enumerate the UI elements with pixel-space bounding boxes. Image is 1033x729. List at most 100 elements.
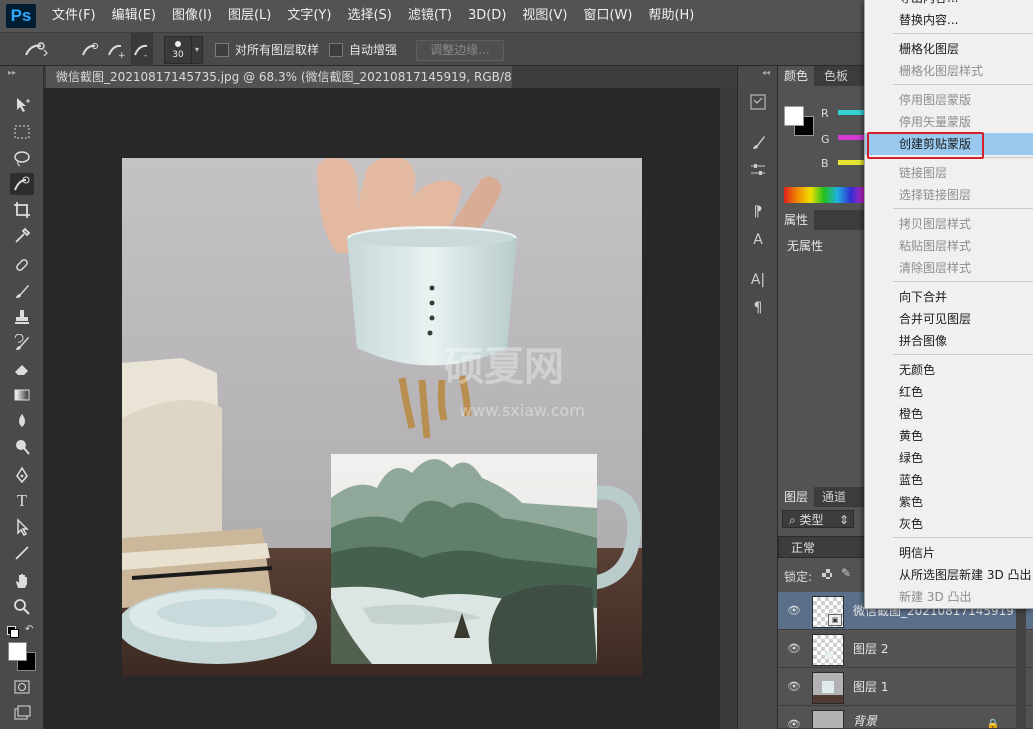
- swap-colors-icon[interactable]: ↶: [25, 624, 33, 635]
- menu-file[interactable]: 文件(F): [44, 0, 104, 32]
- tab-swatches[interactable]: 色板: [818, 66, 854, 86]
- menu-item-rasterize-layer-style[interactable]: 栅格化图层样式: [865, 60, 1033, 82]
- zoom-tool-icon[interactable]: [10, 596, 34, 618]
- tab-layers[interactable]: 图层: [778, 487, 815, 507]
- collapse-arrows-icon[interactable]: ▸▸: [8, 68, 16, 77]
- clone-stamp-tool-icon[interactable]: [10, 306, 34, 328]
- character-panel-icon[interactable]: A|: [747, 270, 769, 290]
- blend-mode-select[interactable]: 正常: [778, 536, 868, 558]
- path-selection-tool-icon[interactable]: [10, 516, 34, 538]
- quick-mask-icon[interactable]: [10, 676, 34, 698]
- menu-view[interactable]: 视图(V): [514, 0, 575, 32]
- color-swatches[interactable]: [8, 642, 38, 672]
- foreground-color-swatch[interactable]: [8, 642, 27, 661]
- sample-all-layers-checkbox[interactable]: 对所有图层取样: [215, 33, 319, 66]
- eyedropper-tool-icon[interactable]: [10, 225, 34, 247]
- menu-item-color-violet[interactable]: 紫色: [865, 491, 1033, 513]
- menu-item-color-yellow[interactable]: 黄色: [865, 425, 1033, 447]
- menu-window[interactable]: 窗口(W): [575, 0, 640, 32]
- menu-type[interactable]: 文字(Y): [279, 0, 339, 32]
- tab-color[interactable]: 颜色: [778, 66, 815, 86]
- lock-image-pixels-icon[interactable]: ✎: [841, 566, 851, 580]
- healing-brush-tool-icon[interactable]: [10, 254, 34, 276]
- tool-preset-picker[interactable]: [22, 33, 50, 66]
- menu-item-color-none[interactable]: 无颜色: [865, 359, 1033, 381]
- default-colors-icon[interactable]: ↶: [7, 624, 37, 638]
- layer-row[interactable]: 👁 图层 1: [778, 668, 1033, 706]
- canvas-vertical-scrollbar[interactable]: [720, 88, 737, 729]
- menu-item-replace-contents[interactable]: 替换内容...: [865, 9, 1033, 31]
- menu-item-new-3d-extrusion-from-layer[interactable]: 从所选图层新建 3D 凸出: [865, 564, 1033, 586]
- menu-item-copy-layer-style[interactable]: 拷贝图层样式: [865, 213, 1033, 235]
- screen-mode-icon[interactable]: [10, 702, 34, 724]
- pen-tool-icon[interactable]: [10, 464, 34, 486]
- eye-icon[interactable]: 👁: [787, 680, 801, 694]
- blur-tool-icon[interactable]: [10, 410, 34, 432]
- add-to-selection-icon[interactable]: +: [106, 33, 126, 66]
- menu-item-color-red[interactable]: 红色: [865, 381, 1033, 403]
- menu-item-color-gray[interactable]: 灰色: [865, 513, 1033, 535]
- menu-select[interactable]: 选择(S): [339, 0, 399, 32]
- menu-item-clear-layer-style[interactable]: 清除图层样式: [865, 257, 1033, 279]
- refine-edge-button[interactable]: 调整边缘...: [416, 40, 504, 61]
- lasso-tool-icon[interactable]: [10, 147, 34, 169]
- document-tab[interactable]: 微信截图_20210817145735.jpg @ 68.3% (微信截图_20…: [46, 66, 512, 88]
- menu-edit[interactable]: 编辑(E): [104, 0, 164, 32]
- menu-item-disable-layer-mask[interactable]: 停用图层蒙版: [865, 89, 1033, 111]
- menu-item-select-linked-layers[interactable]: 选择链接图层: [865, 184, 1033, 206]
- menu-item-merge-visible[interactable]: 合并可见图层: [865, 308, 1033, 330]
- menu-item-flatten-image[interactable]: 拼合图像: [865, 330, 1033, 352]
- menu-item-rasterize-layer[interactable]: 栅格化图层: [865, 38, 1033, 60]
- color-panel-swatches[interactable]: [784, 106, 814, 136]
- brush-size-picker[interactable]: 30 ▾: [164, 33, 203, 66]
- layer-row[interactable]: 👁 图层 2: [778, 630, 1033, 668]
- menu-image[interactable]: 图像(I): [164, 0, 220, 32]
- gradient-tool-icon[interactable]: [10, 384, 34, 406]
- menu-item-paste-layer-style[interactable]: 粘贴图层样式: [865, 235, 1033, 257]
- menu-help[interactable]: 帮助(H): [640, 0, 702, 32]
- menu-item-export-contents[interactable]: 导出内容...: [865, 0, 1033, 9]
- menu-item-link-layers[interactable]: 链接图层: [865, 162, 1033, 184]
- menu-item-color-blue[interactable]: 蓝色: [865, 469, 1033, 491]
- lock-transparent-pixels-icon[interactable]: [822, 569, 832, 579]
- menu-item-new-3d-extrusion[interactable]: 新建 3D 凸出: [865, 586, 1033, 608]
- marquee-tool-icon[interactable]: [10, 121, 34, 143]
- history-panel-icon[interactable]: [747, 92, 769, 112]
- menu-3d[interactable]: 3D(D): [460, 0, 514, 32]
- new-selection-icon[interactable]: [80, 33, 100, 66]
- document-canvas[interactable]: 硕夏网 www.sxiaw.com: [122, 158, 642, 676]
- color-spectrum-bar[interactable]: [784, 187, 864, 203]
- eye-icon[interactable]: 👁: [787, 642, 801, 656]
- menu-item-color-green[interactable]: 绿色: [865, 447, 1033, 469]
- layer-filter-select[interactable]: ⌕ 类型 ⇕: [782, 510, 854, 528]
- crop-tool-icon[interactable]: [10, 199, 34, 221]
- line-tool-icon[interactable]: [10, 542, 34, 564]
- collapse-dock-icon[interactable]: ◂◂: [762, 68, 770, 77]
- eye-icon[interactable]: 👁: [787, 604, 801, 618]
- paragraph-panel-icon[interactable]: ¶: [747, 298, 769, 318]
- menu-item-merge-down[interactable]: 向下合并: [865, 286, 1033, 308]
- brush-panel-icon[interactable]: [747, 132, 769, 152]
- paragraph-styles-icon[interactable]: ⁋: [747, 202, 769, 222]
- character-styles-icon[interactable]: A: [747, 230, 769, 250]
- menu-item-disable-vector-mask[interactable]: 停用矢量蒙版: [865, 111, 1033, 133]
- foreground-color-swatch[interactable]: [784, 106, 804, 126]
- menu-item-color-orange[interactable]: 橙色: [865, 403, 1033, 425]
- move-tool-icon[interactable]: [10, 94, 34, 116]
- brush-tool-icon[interactable]: [10, 280, 34, 302]
- quick-selection-tool-icon[interactable]: [10, 173, 34, 195]
- auto-enhance-checkbox[interactable]: 自动增强: [329, 33, 397, 66]
- subtract-from-selection-icon[interactable]: -: [131, 33, 153, 66]
- hand-tool-icon[interactable]: [10, 570, 34, 592]
- type-tool-icon[interactable]: T: [10, 490, 34, 512]
- tab-properties[interactable]: 属性: [778, 210, 815, 230]
- dodge-tool-icon[interactable]: [10, 436, 34, 458]
- menu-filter[interactable]: 滤镜(T): [400, 0, 460, 32]
- history-brush-tool-icon[interactable]: [10, 332, 34, 354]
- tab-channels[interactable]: 通道: [816, 487, 852, 507]
- layer-row[interactable]: 👁 背景 🔒: [778, 706, 1033, 729]
- eye-icon[interactable]: 👁: [787, 718, 801, 728]
- menu-item-postcard[interactable]: 明信片: [865, 542, 1033, 564]
- layers-scrollbar[interactable]: [1016, 592, 1026, 729]
- adjustments-panel-icon[interactable]: [747, 160, 769, 180]
